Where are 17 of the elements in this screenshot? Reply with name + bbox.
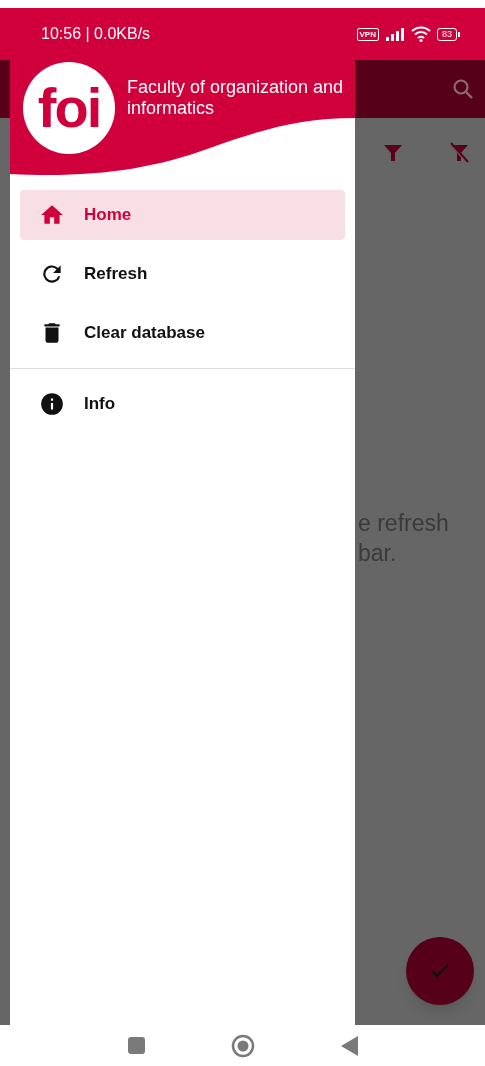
drawer-item[interactable]: Refresh [20,249,345,299]
vpn-badge: VPN [356,27,379,41]
wifi-icon [411,26,431,42]
drawer-item[interactable]: Home [20,190,345,240]
search-icon[interactable] [451,77,475,101]
faculty-title: Faculty of organization and informatics [127,77,345,119]
drawer-item[interactable]: Clear database [20,308,345,358]
recent-apps-icon[interactable] [127,1037,145,1054]
filter-off-icon[interactable] [448,142,470,164]
status-time: 10:56 | 0.0KB/s [41,24,151,44]
info-icon [39,391,65,417]
drawer-item[interactable]: Info [20,379,345,429]
home-nav-icon[interactable] [230,1033,255,1058]
filter-icon[interactable] [382,142,404,164]
battery-icon: 83 [437,27,460,41]
signal-icon [385,27,405,41]
back-icon[interactable] [340,1035,358,1056]
